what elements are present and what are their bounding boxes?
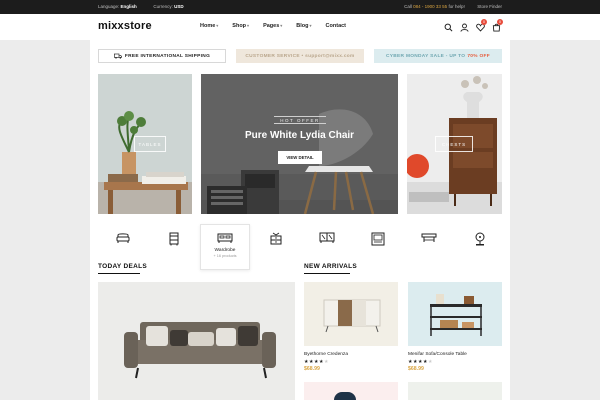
wishlist-button[interactable]: 0: [474, 19, 487, 33]
category-item[interactable]: [149, 224, 199, 270]
customer-service-text: CUSTOMER SERVICE • support@mixx.com: [245, 53, 355, 59]
lamp-icon: [475, 232, 485, 246]
chevron-down-icon: ▾: [247, 23, 250, 28]
cabinet-icon: [169, 232, 179, 246]
category-name: Wardrobe: [214, 248, 236, 253]
nav-label: Blog: [296, 23, 309, 29]
language-selector[interactable]: English: [121, 4, 137, 9]
new-arrivals-heading: NEW ARRIVALS: [304, 263, 358, 270]
bed-icon: [217, 233, 233, 243]
main-nav: Home▾ Shop▾ Pages▾ Blog▾ Contact: [200, 23, 360, 29]
logo[interactable]: mixxstore: [98, 20, 152, 32]
shipping-promo: FREE INTERNATIONAL SHIPPING: [98, 49, 226, 63]
top-bar-right: Call 084 - 1900 33 55 for help! Store Fi…: [404, 4, 502, 9]
new-arrivals-underline: [304, 273, 350, 274]
hot-offer-tag: HOT OFFER: [274, 116, 326, 124]
view-detail-button[interactable]: VIEW DETAIL: [278, 151, 322, 164]
product-price: $68.99: [408, 366, 424, 372]
nav-item-contact[interactable]: Contact: [326, 23, 346, 29]
star-rating: ★★★★★: [408, 359, 502, 365]
site-header: mixxstore Home▾ Shop▾ Pages▾ Blog▾ Conta…: [0, 14, 600, 40]
chevron-down-icon: ▾: [216, 23, 219, 28]
star-rating: ★★★★★: [304, 359, 398, 365]
store-finder-link[interactable]: Store Finder: [477, 4, 502, 9]
product-image: [408, 282, 502, 346]
header-icons: 0 0: [442, 19, 506, 33]
nav-label: Home: [200, 23, 216, 29]
sofa-product-image: [98, 282, 295, 400]
star-empty-icon: ★: [323, 359, 329, 365]
chevron-down-icon: ▾: [309, 23, 312, 28]
top-bar: Language: English Currency: USD Call 084…: [0, 0, 600, 14]
console-table-image: [430, 294, 482, 336]
table-icon: [421, 233, 437, 242]
nav-label: Contact: [325, 23, 347, 29]
tables-label: TABLES: [134, 136, 166, 152]
today-deals-heading: TODAY DEALS: [98, 263, 148, 270]
category-count: + 16 products: [213, 254, 237, 258]
call-prefix: Call: [404, 4, 412, 9]
search-icon[interactable]: [442, 21, 454, 33]
main-content: FREE INTERNATIONAL SHIPPING CUSTOMER SER…: [90, 40, 510, 400]
category-item[interactable]: [404, 224, 454, 270]
currency-selector[interactable]: USD: [174, 4, 184, 9]
banner-tables[interactable]: TABLES: [98, 74, 192, 214]
call-suffix: for help!: [448, 4, 465, 9]
customer-service-promo[interactable]: CUSTOMER SERVICE • support@mixx.com: [236, 49, 364, 63]
cart-button[interactable]: 0: [490, 19, 503, 33]
category-row: Wardrobe + 16 products: [108, 224, 492, 270]
today-deals-underline: [98, 273, 140, 274]
category-item[interactable]: [353, 224, 403, 270]
user-icon[interactable]: [458, 21, 470, 33]
product-name[interactable]: Byethorne Credenza: [304, 352, 398, 357]
banner-chests[interactable]: CHESTS: [407, 74, 502, 214]
category-item-wardrobe[interactable]: Wardrobe + 16 products: [200, 224, 250, 270]
product-card-partial[interactable]: [304, 382, 398, 400]
sale-promo[interactable]: CYBER MONDAY SALE - UP TO 70% OFF: [374, 49, 502, 63]
product-card[interactable]: Byethorne Credenza ★★★★★ $68.99: [304, 282, 398, 372]
hot-offer-title: Pure White Lydia Chair: [244, 130, 355, 141]
banner-hot-offer[interactable]: HOT OFFER Pure White Lydia Chair VIEW DE…: [201, 74, 398, 214]
shipping-text: FREE INTERNATIONAL SHIPPING: [124, 53, 211, 59]
product-image: [334, 392, 356, 400]
category-item[interactable]: [455, 224, 505, 270]
chair-scene-image: [201, 74, 398, 214]
chests-label: CHESTS: [435, 136, 473, 152]
currency-label: Currency:: [153, 4, 173, 9]
wishlist-count-badge: 0: [481, 19, 487, 25]
truck-icon: [113, 53, 122, 59]
nav-item-blog[interactable]: Blog▾: [296, 23, 311, 29]
product-image: [304, 282, 398, 346]
cart-count-badge: 0: [497, 19, 503, 25]
phone-number[interactable]: 084 - 1900 33 55: [413, 4, 447, 9]
star-icon: ★★★★: [304, 359, 324, 365]
page: Language: English Currency: USD Call 084…: [0, 0, 600, 400]
credenza-image: [323, 299, 381, 333]
star-empty-icon: ★: [427, 359, 433, 365]
nav-item-shop[interactable]: Shop▾: [232, 23, 249, 29]
sideboard-icon: [319, 232, 335, 243]
tv-stand-icon: [371, 232, 385, 246]
nav-label: Pages: [263, 23, 280, 29]
star-icon: ★★★★: [408, 359, 428, 365]
product-card-partial[interactable]: [408, 382, 502, 400]
armchair-icon: [116, 233, 130, 243]
sale-highlight: 70% OFF: [467, 53, 490, 59]
sale-text: CYBER MONDAY SALE - UP TO: [386, 53, 466, 59]
product-card[interactable]: Menifar Sofa/Console Table ★★★★★ $68.99: [408, 282, 502, 372]
top-bar-left: Language: English Currency: USD: [98, 4, 184, 9]
product-name[interactable]: Menifar Sofa/Console Table: [408, 352, 502, 357]
product-price: $68.99: [304, 366, 320, 372]
nav-label: Shop: [232, 23, 247, 29]
language-label: Language:: [98, 4, 120, 9]
nav-item-pages[interactable]: Pages▾: [263, 23, 282, 29]
category-item[interactable]: [251, 224, 301, 270]
today-deal-card[interactable]: [98, 282, 295, 400]
nav-item-home[interactable]: Home▾: [200, 23, 218, 29]
dresser-icon: [270, 232, 282, 245]
chevron-down-icon: ▾: [280, 23, 283, 28]
